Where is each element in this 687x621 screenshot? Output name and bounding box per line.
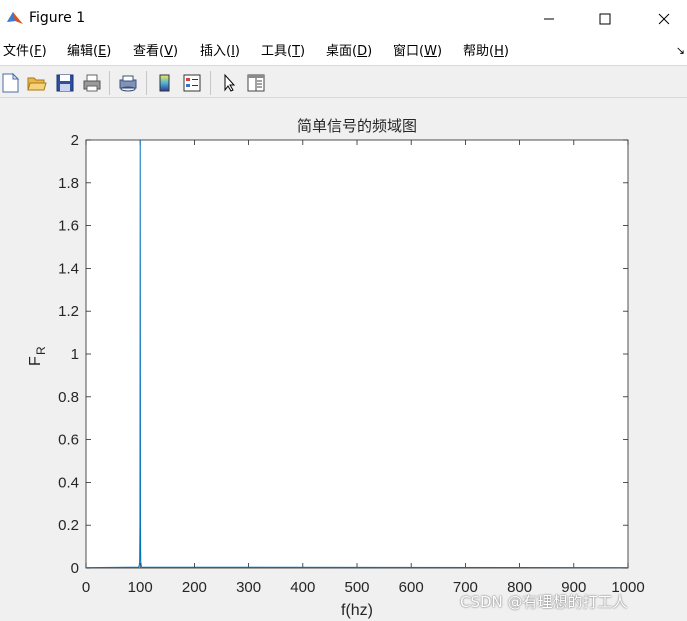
menu-window[interactable]: 窗口(W) <box>393 43 442 60</box>
y-tick-label: 1 <box>71 346 79 363</box>
csdn-watermark: CSDN @有理想的打工人 <box>460 593 628 611</box>
open-file-button[interactable] <box>26 72 48 94</box>
x-axis-label: f(hz) <box>341 602 373 619</box>
plot-svg[interactable]: 0 0.2 0.4 0.6 0.8 1 1.2 1.4 1.6 1.8 2 0 100 200 300 40… <box>0 98 687 621</box>
x-tick-label: 600 <box>399 579 424 596</box>
y-tick-label: 1.8 <box>58 175 79 192</box>
toolbar-separator <box>210 71 211 95</box>
x-tick-label: 100 <box>128 579 153 596</box>
pointer-icon <box>224 73 236 92</box>
x-tick-label: 300 <box>236 579 261 596</box>
new-file-icon <box>2 72 20 93</box>
maximize-icon <box>599 13 611 25</box>
y-axis-label-main: F <box>27 356 44 366</box>
colorbar-icon <box>159 74 170 92</box>
toolbar-separator <box>109 71 110 95</box>
toolbar-separator <box>146 71 147 95</box>
minimize-icon <box>544 18 554 20</box>
chart-title: 简单信号的频域图 <box>297 117 417 135</box>
property-editor-button[interactable] <box>245 72 267 94</box>
y-tick-label: 0.8 <box>58 389 79 406</box>
y-axis-label: F R <box>27 346 48 366</box>
open-folder-icon <box>27 77 47 91</box>
save-icon <box>56 74 74 92</box>
y-tick-label: 0 <box>71 560 79 577</box>
y-tick-label: 1.2 <box>58 303 79 320</box>
menu-insert[interactable]: 插入(I) <box>200 43 240 60</box>
y-tick-label: 1.6 <box>58 218 79 235</box>
figure-toolbar <box>0 65 687 98</box>
new-figure-button[interactable] <box>0 72 22 94</box>
axes-background[interactable] <box>85 139 629 569</box>
menu-file[interactable]: 文件(F) <box>3 43 47 60</box>
menu-bar: 文件(F) 编辑(E) 查看(V) 插入(I) 工具(T) 桌面(D) 窗口(W… <box>0 38 687 65</box>
y-axis-label-sub: R <box>34 346 48 355</box>
y-tick-label: 1.4 <box>58 260 79 277</box>
figure-canvas[interactable]: 0 0.2 0.4 0.6 0.8 1 1.2 1.4 1.6 1.8 2 0 100 200 300 40… <box>0 98 687 621</box>
link-print-button[interactable] <box>117 72 139 94</box>
close-button[interactable] <box>641 0 687 38</box>
edit-plot-button[interactable] <box>218 72 240 94</box>
menu-tools[interactable]: 工具(T) <box>261 43 305 60</box>
print-button[interactable] <box>81 72 103 94</box>
y-tick-label: 2 <box>71 132 79 149</box>
menu-help[interactable]: 帮助(H) <box>463 43 509 60</box>
link-print-icon <box>119 75 137 92</box>
legend-icon <box>183 74 201 92</box>
maximize-button[interactable] <box>582 0 628 38</box>
save-button[interactable] <box>54 72 76 94</box>
y-tick-label: 0.4 <box>58 474 79 491</box>
y-tick-label: 0.6 <box>58 432 79 449</box>
y-tick-label: 0.2 <box>58 517 79 534</box>
property-editor-icon <box>247 74 265 92</box>
window-title: Figure 1 <box>29 10 86 26</box>
menu-edit[interactable]: 编辑(E) <box>67 43 111 60</box>
menu-view[interactable]: 查看(V) <box>133 43 178 60</box>
menu-overflow-icon[interactable]: ↘ <box>676 44 685 57</box>
x-tick-label: 500 <box>344 579 369 596</box>
insert-legend-button[interactable] <box>181 72 203 94</box>
window-title-bar[interactable]: Figure 1 <box>0 0 687 38</box>
x-tick-label: 400 <box>290 579 315 596</box>
insert-colorbar-button[interactable] <box>154 72 176 94</box>
menu-desktop[interactable]: 桌面(D) <box>326 43 372 60</box>
minimize-button[interactable] <box>526 0 572 38</box>
print-icon <box>83 74 101 92</box>
matlab-icon <box>7 12 23 24</box>
x-tick-label: 0 <box>82 579 90 596</box>
close-icon <box>658 13 670 25</box>
x-tick-label: 200 <box>182 579 207 596</box>
